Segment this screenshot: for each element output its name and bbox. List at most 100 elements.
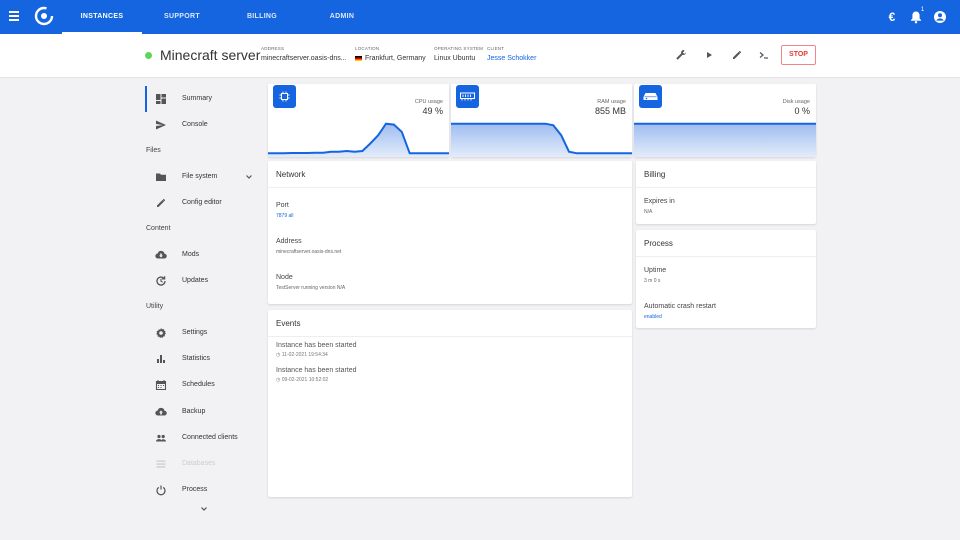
sidebar-item-summary[interactable]: Summary <box>145 86 265 112</box>
section-content: Content <box>146 225 171 232</box>
location-meta: LOCATION Frankfurt, Germany <box>355 46 426 62</box>
sidebar-item-process[interactable]: Process <box>145 477 265 503</box>
sidebar-item-config-editor[interactable]: Config editor <box>145 190 265 216</box>
section-files: Files <box>146 147 161 154</box>
tab-admin[interactable]: ADMIN <box>302 0 382 34</box>
cloud-download-icon <box>155 250 167 259</box>
cpu-usage-value: 49 % <box>422 106 443 116</box>
play-icon[interactable] <box>703 49 715 61</box>
network-title: Network <box>276 170 306 179</box>
billing-title: Billing <box>644 170 666 179</box>
sidebar-item-label: Console <box>182 121 208 128</box>
expires-label: Expires in <box>644 198 675 205</box>
sidebar-item-settings[interactable]: Settings <box>145 320 265 346</box>
sidebar-item-label: Databases <box>182 460 216 467</box>
sidebar-item-label: Statistics <box>182 355 211 362</box>
sidebar-item-label: Summary <box>182 95 212 102</box>
location-label: LOCATION <box>355 46 380 51</box>
client-meta: CLIENT Jesse Schokker <box>487 46 536 62</box>
disk-usage-label: Disk usage <box>782 99 810 105</box>
status-indicator <box>145 52 152 59</box>
sidebar-item-label: Mods <box>182 251 200 258</box>
usage-area <box>451 123 632 157</box>
sidebar-item-label: Connected clients <box>182 434 238 441</box>
tab-support[interactable]: SUPPORT <box>142 0 222 34</box>
folder-icon <box>156 173 166 181</box>
cpu-usage-label: CPU usage <box>414 99 443 105</box>
top-navigation-bar: INSTANCES SUPPORT BILLING ADMIN € 1 <box>0 0 960 34</box>
section-utility: Utility <box>146 303 164 310</box>
client-link[interactable]: Jesse Schokker <box>487 55 536 62</box>
billing-card: Billing Expires in N/A <box>636 161 816 224</box>
currency-euro-icon[interactable]: € <box>885 10 899 24</box>
memory-icon <box>460 92 475 101</box>
list-icon <box>156 460 166 468</box>
sidebar-item-label: Process <box>182 486 208 493</box>
event-time: ◷ 11-02-2021 19:54:34 <box>276 352 328 358</box>
sidebar-item-label: Backup <box>182 408 206 415</box>
instance-header: Minecraft server ADDRESS minecraftserver… <box>0 34 960 78</box>
tab-instances[interactable]: INSTANCES <box>62 0 142 34</box>
notification-count-badge: 1 <box>918 6 927 15</box>
bar-chart-icon <box>157 355 165 363</box>
process-card: Process Uptime 3 m 0 s Automatic crash r… <box>636 230 816 328</box>
terminal-icon[interactable] <box>758 49 770 61</box>
logo-icon[interactable] <box>34 6 54 26</box>
address-value: minecraftserver.oasis-dns.net <box>276 249 342 255</box>
scroll-more-chevron-icon[interactable] <box>200 505 208 513</box>
wrench-icon[interactable] <box>675 49 687 61</box>
sidebar-item-mods[interactable]: Mods <box>145 242 265 268</box>
account-icon[interactable] <box>933 10 947 24</box>
crash-restart-value: enabled <box>644 314 662 320</box>
gear-icon <box>156 328 166 338</box>
sidebar-item-file-system[interactable]: File system <box>145 164 265 190</box>
network-card: Network Port 7879 all Address minecrafts… <box>268 161 632 304</box>
sidebar-item-backup[interactable]: Backup <box>145 399 265 425</box>
ram-usage-label: RAM usage <box>597 99 626 105</box>
cloud-upload-icon <box>155 407 167 416</box>
power-icon <box>156 485 166 496</box>
update-icon <box>156 276 166 286</box>
event-title: Instance has been started <box>276 367 357 374</box>
disk-badge <box>639 85 662 108</box>
chevron-down-icon[interactable] <box>245 173 253 181</box>
expires-value: N/A <box>644 209 653 215</box>
menu-icon[interactable] <box>9 11 19 21</box>
event-title: Instance has been started <box>276 342 357 349</box>
node-value: TestServer running version N/A <box>276 285 346 291</box>
sidebar-item-label: Settings <box>182 329 208 336</box>
tab-billing[interactable]: BILLING <box>222 0 302 34</box>
os-value: Linux Ubuntu <box>434 55 476 62</box>
node-label: Node <box>276 274 293 281</box>
sidebar-item-statistics[interactable]: Statistics <box>145 346 265 372</box>
process-title: Process <box>644 239 673 248</box>
stop-button[interactable]: STOP <box>781 45 816 65</box>
address-meta: ADDRESS minecraftserver.oasis-dns... <box>261 46 347 62</box>
edit-pencil-icon[interactable] <box>731 49 743 61</box>
sidebar-item-label: Updates <box>182 277 209 284</box>
usage-line <box>268 122 449 155</box>
sidebar-item-updates[interactable]: Updates <box>145 268 265 294</box>
calendar-icon <box>155 380 167 391</box>
sidebar-item-connected-clients[interactable]: Connected clients <box>145 425 265 451</box>
event-time: ◷ 09-02-2021 10:52:02 <box>276 377 329 383</box>
ram-usage-value: 855 MB <box>594 106 626 116</box>
instance-name: Minecraft server <box>160 47 261 63</box>
address-value: minecraftserver.oasis-dns... <box>261 55 347 62</box>
sidebar-item-label: File system <box>182 173 218 180</box>
port-label: Port <box>276 202 289 209</box>
hard-drive-icon <box>643 93 658 100</box>
os-meta: OPERATING SYSTEM Linux Ubuntu <box>434 46 483 62</box>
port-value: 7879 all <box>276 213 294 219</box>
crash-restart-label: Automatic crash restart <box>644 303 716 310</box>
location-value: Frankfurt, Germany <box>365 55 426 62</box>
cpu-chip-icon <box>279 91 290 102</box>
sidebar-item-console[interactable]: Console <box>145 112 265 138</box>
ram-badge <box>456 85 479 108</box>
uptime-value: 3 m 0 s <box>644 278 661 284</box>
dashboard-icon <box>156 94 166 104</box>
sidebar-item-schedules[interactable]: Schedules <box>145 372 265 398</box>
disk-usage-value: 0 % <box>794 106 810 116</box>
events-title: Events <box>276 319 301 328</box>
sidebar-item-databases: Databases <box>145 451 265 477</box>
